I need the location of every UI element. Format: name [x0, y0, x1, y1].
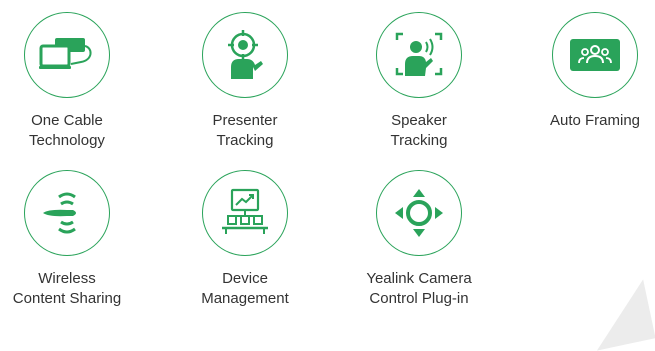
feature-icon-circle — [376, 12, 462, 98]
feature-icon-circle — [202, 170, 288, 256]
feature-label: Auto Framing — [549, 112, 641, 129]
speaker-tracking-icon — [395, 32, 443, 76]
feature-label: Device Management — [201, 270, 289, 307]
feature-icon-circle — [24, 170, 110, 256]
camera-control-icon — [395, 189, 443, 237]
presenter-tracking-icon — [228, 30, 263, 79]
feature-label: Wireless Content Sharing — [12, 270, 122, 307]
feature-icon-circle — [552, 12, 638, 98]
feature-device-management: Device Management — [165, 170, 325, 309]
feature-label: One Cable Technology — [29, 112, 105, 149]
feature-speaker-tracking: Speaker Tracking — [339, 12, 499, 151]
feature-icon-circle — [202, 12, 288, 98]
feature-label: Speaker Tracking — [390, 112, 448, 149]
feature-camera-control: Yealink Camera Control Plug-in — [339, 170, 499, 309]
cable-laptop-icon — [39, 38, 92, 69]
device-management-icon — [222, 188, 268, 234]
corner-watermark-shape — [584, 279, 655, 351]
feature-label: Presenter Tracking — [212, 112, 278, 149]
feature-icon-circle — [24, 12, 110, 98]
feature-one-cable: One Cable Technology — [0, 12, 147, 151]
feature-auto-framing: Auto Framing — [515, 12, 655, 131]
feature-icon-circle — [376, 170, 462, 256]
feature-presenter-tracking: Presenter Tracking — [165, 12, 325, 151]
wireless-sharing-icon — [43, 192, 76, 234]
feature-wireless-sharing: Wireless Content Sharing — [0, 170, 147, 309]
feature-label: Yealink Camera Control Plug-in — [366, 270, 472, 307]
auto-framing-icon — [570, 39, 620, 71]
